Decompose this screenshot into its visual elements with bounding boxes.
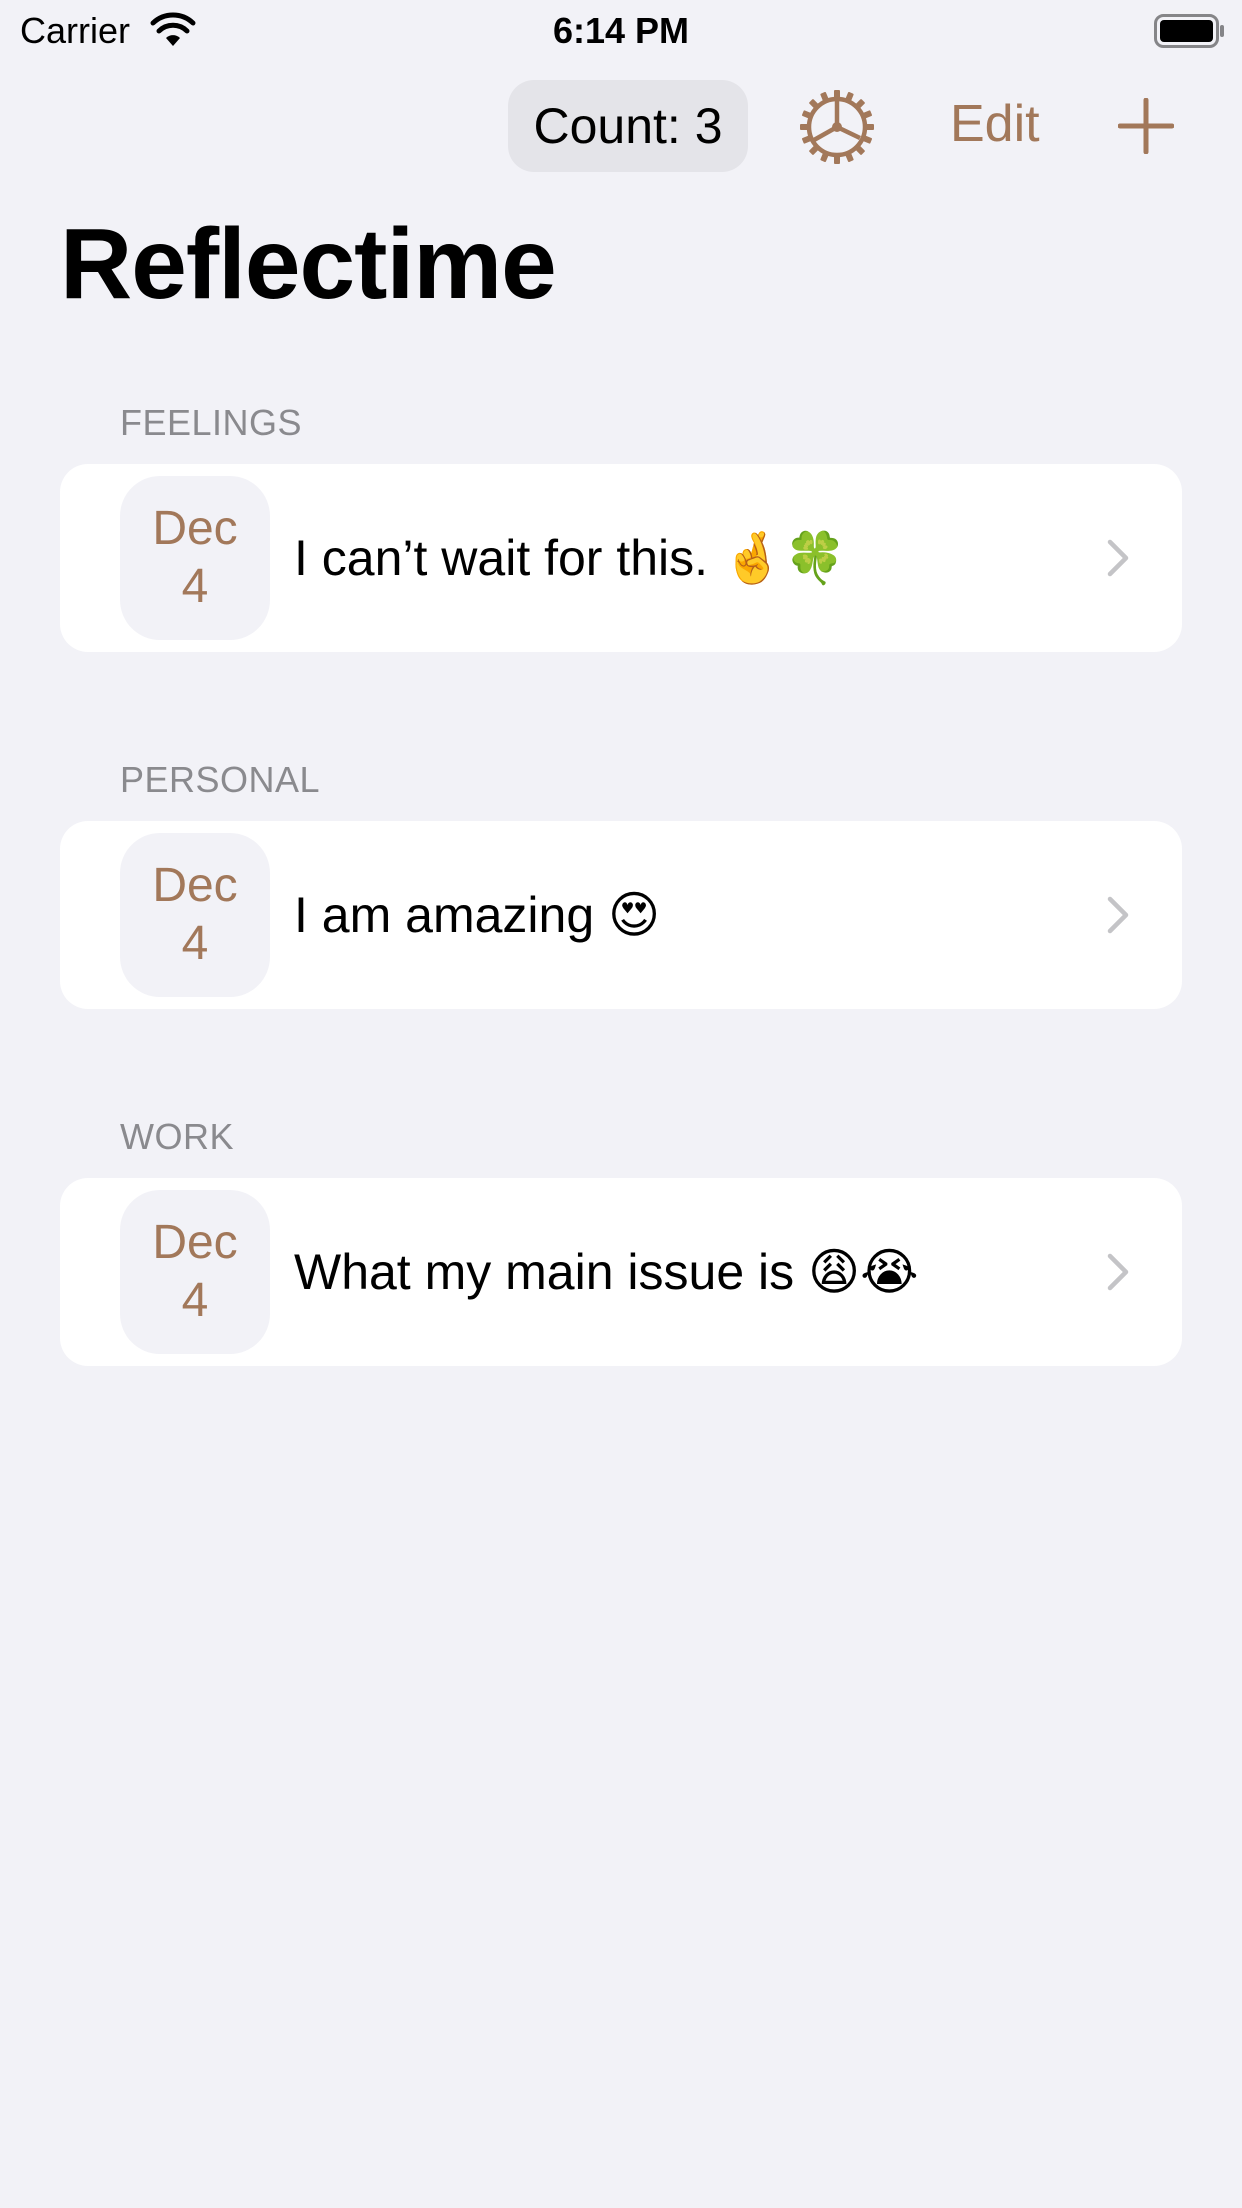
- date-day: 4: [181, 917, 209, 970]
- date-month: Dec: [152, 1216, 238, 1269]
- status-time: 6:14 PM: [552, 10, 690, 51]
- section-header-work: WORK: [120, 1116, 234, 1157]
- entry-text: I am amazing 😍: [294, 887, 661, 943]
- date-day: 4: [181, 1274, 209, 1327]
- section-header-personal: PERSONAL: [120, 759, 321, 800]
- status-bar: Carrier 6:14 PM: [0, 0, 1242, 62]
- date-badge: Dec 4: [120, 476, 270, 640]
- battery-icon: [1154, 14, 1224, 48]
- chevron-right-icon: [1107, 896, 1129, 934]
- edit-button[interactable]: Edit: [950, 94, 1040, 154]
- gear-icon[interactable]: [798, 88, 876, 166]
- list-item[interactable]: Dec 4 What my main issue is 😩😭: [60, 1178, 1182, 1366]
- list-item[interactable]: Dec 4 I am amazing 😍: [60, 821, 1182, 1009]
- plus-icon[interactable]: [1118, 98, 1174, 154]
- toolbar: Count: 3 Edit: [0, 80, 1242, 172]
- date-month: Dec: [152, 502, 238, 555]
- chevron-right-icon: [1107, 539, 1129, 577]
- chevron-right-icon: [1107, 1253, 1129, 1291]
- section-header-feelings: FEELINGS: [120, 402, 303, 443]
- date-month: Dec: [152, 859, 238, 912]
- list-item[interactable]: Dec 4 I can’t wait for this. 🤞🍀: [60, 464, 1182, 652]
- date-badge: Dec 4: [120, 833, 270, 997]
- page-title: Reflectime: [60, 208, 557, 320]
- entry-text: What my main issue is 😩😭: [294, 1244, 919, 1300]
- date-badge: Dec 4: [120, 1190, 270, 1354]
- entry-text: I can’t wait for this. 🤞🍀: [294, 529, 847, 586]
- count-button[interactable]: Count: 3: [508, 80, 748, 172]
- date-day: 4: [181, 560, 209, 613]
